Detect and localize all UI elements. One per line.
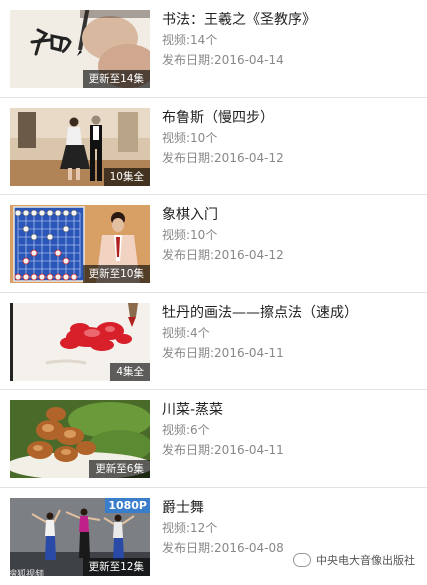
video-count: 视频:14个	[162, 31, 421, 50]
video-thumbnail[interactable]: 更新至10集	[10, 205, 150, 283]
episode-badge: 更新至14集	[83, 70, 150, 88]
video-info: 牡丹的画法——擦点法（速成） 视频:4个 发布日期:2016-04-11	[162, 303, 421, 363]
video-title[interactable]: 牡丹的画法——擦点法（速成）	[162, 303, 421, 323]
video-count: 视频:6个	[162, 421, 421, 440]
episode-badge: 10集全	[104, 168, 150, 186]
list-item[interactable]: 更新至6集 川菜-蒸菜 视频:6个 发布日期:2016-04-11	[0, 390, 427, 488]
publish-date: 发布日期:2016-04-12	[162, 149, 421, 168]
list-item[interactable]: 4集全 牡丹的画法——擦点法（速成） 视频:4个 发布日期:2016-04-11	[0, 293, 427, 391]
publish-date: 发布日期:2016-04-12	[162, 246, 421, 265]
publish-date: 发布日期:2016-04-11	[162, 441, 421, 460]
video-thumbnail[interactable]: 4集全	[10, 303, 150, 381]
video-count: 视频:10个	[162, 129, 421, 148]
video-info: 川菜-蒸菜 视频:6个 发布日期:2016-04-11	[162, 400, 421, 460]
video-thumbnail[interactable]: 1080P 更新至12集	[10, 498, 150, 576]
list-item[interactable]: 1080P 更新至12集 爵士舞 视频:12个 发布日期:2016-04-08	[0, 488, 427, 585]
video-list: 更新至14集 书法：王羲之《圣教序》 视频:14个 发布日期:2016-04-1…	[0, 0, 427, 585]
video-title[interactable]: 川菜-蒸菜	[162, 400, 421, 420]
episode-badge: 更新至6集	[89, 460, 150, 478]
video-title[interactable]: 爵士舞	[162, 498, 421, 518]
list-item[interactable]: 更新至10集 象棋入门 视频:10个 发布日期:2016-04-12	[0, 195, 427, 293]
video-thumbnail[interactable]: 更新至14集	[10, 10, 150, 88]
wechat-icon	[293, 553, 311, 567]
video-count: 视频:10个	[162, 226, 421, 245]
video-title[interactable]: 布鲁斯（慢四步）	[162, 108, 421, 128]
video-info: 布鲁斯（慢四步） 视频:10个 发布日期:2016-04-12	[162, 108, 421, 168]
video-info: 象棋入门 视频:10个 发布日期:2016-04-12	[162, 205, 421, 265]
watermark-left: 搜狐视频	[8, 567, 44, 580]
video-info: 爵士舞 视频:12个 发布日期:2016-04-08	[162, 498, 421, 558]
watermark-right: 中央电大音像出版社	[293, 552, 415, 568]
list-item[interactable]: 更新至14集 书法：王羲之《圣教序》 视频:14个 发布日期:2016-04-1…	[0, 0, 427, 98]
video-thumbnail[interactable]: 10集全	[10, 108, 150, 186]
watermark-right-text: 中央电大音像出版社	[316, 552, 415, 568]
video-title[interactable]: 象棋入门	[162, 205, 421, 225]
episode-badge: 4集全	[110, 363, 150, 381]
video-thumbnail[interactable]: 更新至6集	[10, 400, 150, 478]
list-item[interactable]: 10集全 布鲁斯（慢四步） 视频:10个 发布日期:2016-04-12	[0, 98, 427, 196]
video-count: 视频:12个	[162, 519, 421, 538]
publish-date: 发布日期:2016-04-11	[162, 344, 421, 363]
video-info: 书法：王羲之《圣教序》 视频:14个 发布日期:2016-04-14	[162, 10, 421, 70]
video-title[interactable]: 书法：王羲之《圣教序》	[162, 10, 421, 30]
episode-badge: 更新至12集	[83, 558, 150, 576]
hd-quality-badge: 1080P	[105, 498, 150, 513]
episode-badge: 更新至10集	[83, 265, 150, 283]
video-count: 视频:4个	[162, 324, 421, 343]
publish-date: 发布日期:2016-04-14	[162, 51, 421, 70]
